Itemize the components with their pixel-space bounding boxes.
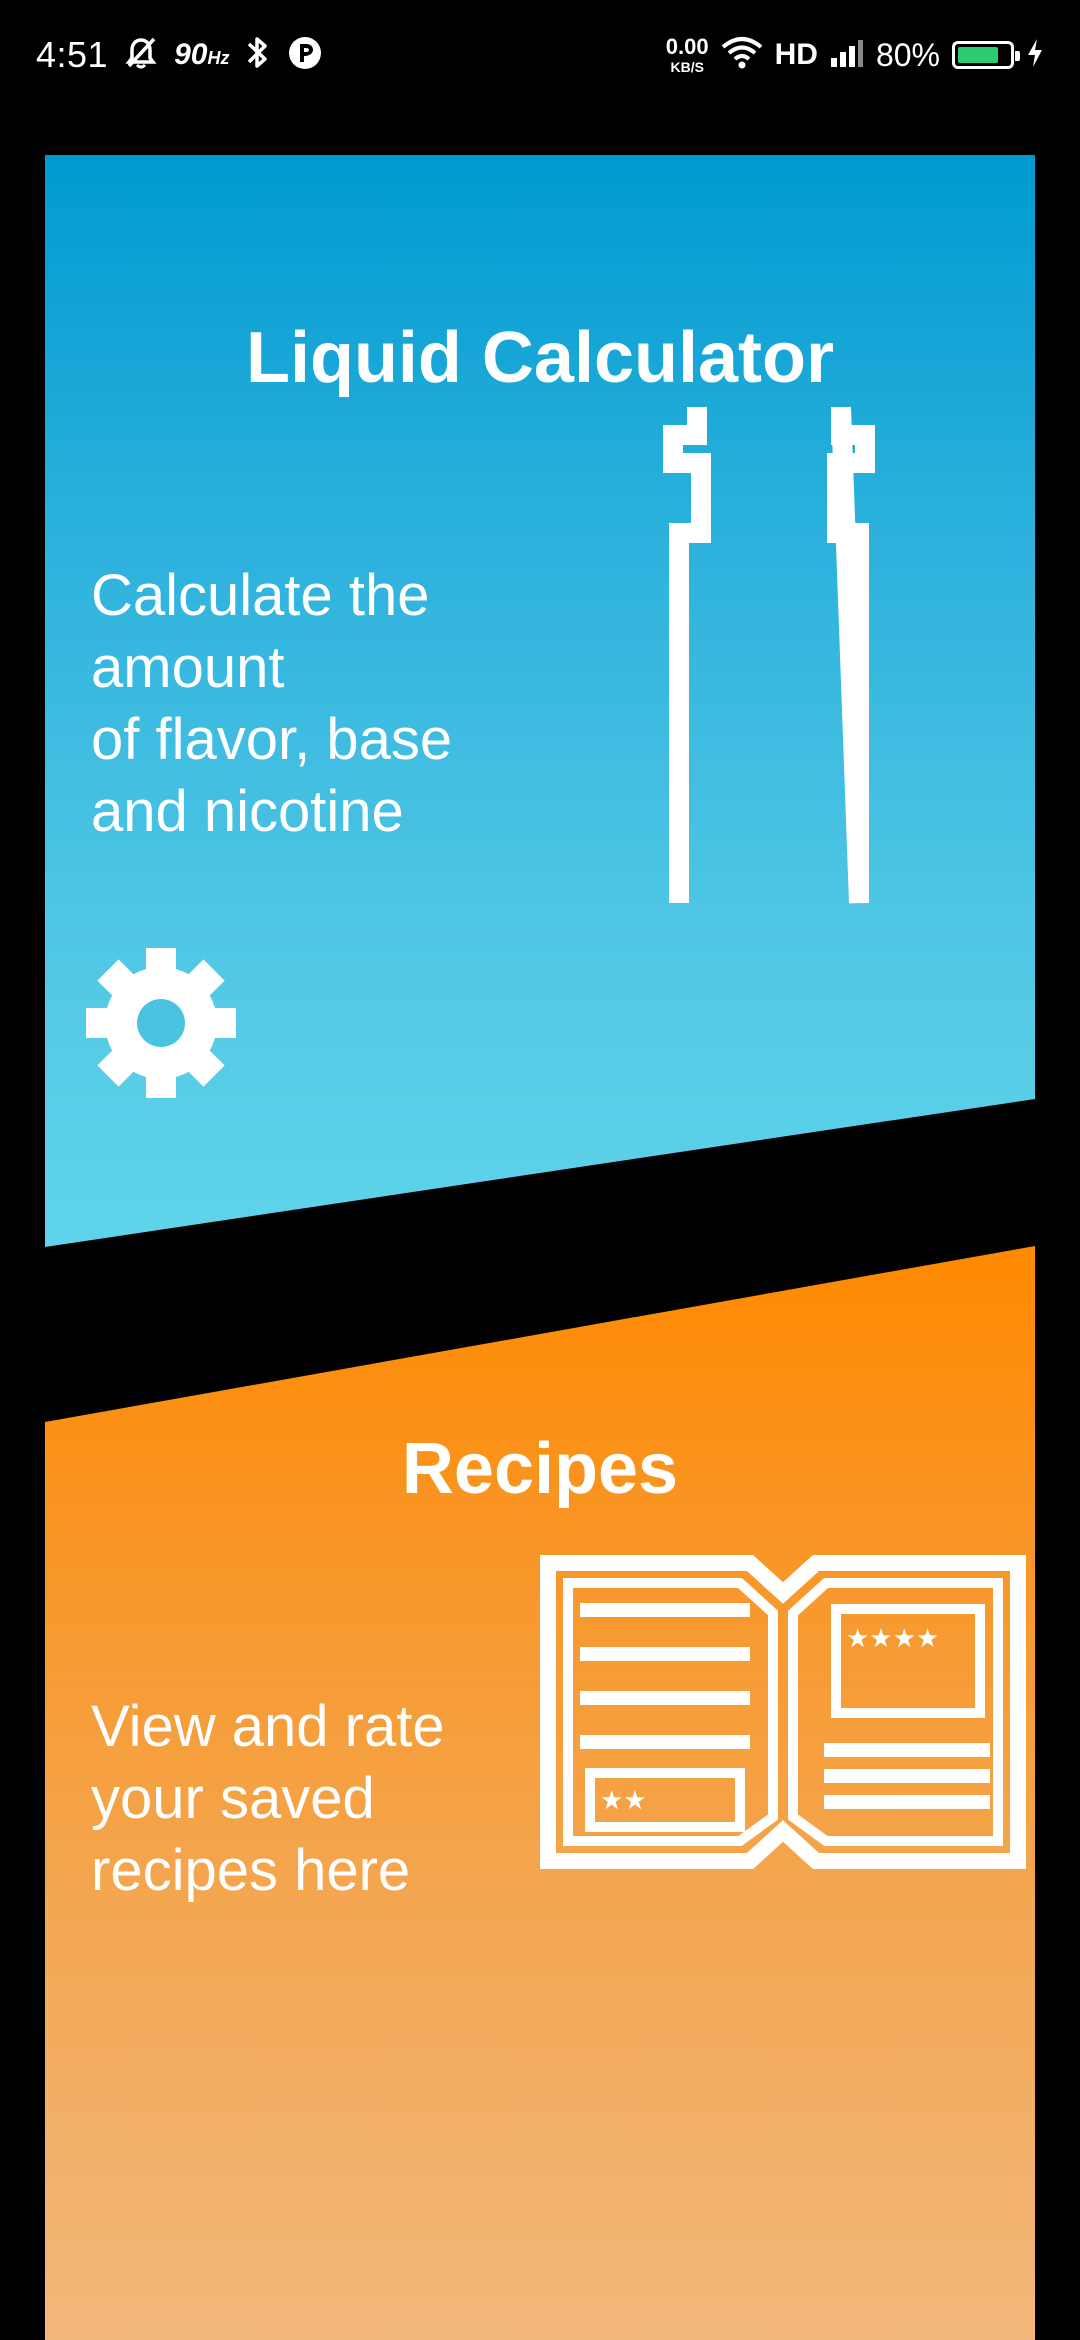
recipes-card[interactable]: Recipes View and rate your saved recipes… <box>45 1246 1035 2340</box>
network-type: HD <box>774 38 818 71</box>
status-bar: 4:51 90Hz 0.00 KB/S HD 80% <box>0 0 1080 110</box>
refresh-rate: 90Hz <box>174 38 229 72</box>
settings-button[interactable] <box>86 947 236 1103</box>
recipes-title: Recipes <box>401 1429 679 1509</box>
status-time: 4:51 <box>36 34 109 75</box>
gear-icon <box>86 947 236 1103</box>
bluetooth-icon <box>245 35 271 76</box>
net-speed: 0.00 KB/S <box>665 34 709 75</box>
net-speed-value: 0.00 <box>665 34 709 59</box>
bell-off-icon <box>124 36 158 75</box>
liquid-calculator-title: Liquid Calculator <box>245 318 835 398</box>
status-right: 0.00 KB/S HD 80% <box>666 30 1044 80</box>
recipes-description: View and rate your saved recipes here <box>91 1694 445 1903</box>
net-speed-unit: KB/S <box>670 59 704 75</box>
battery-percent: 80% <box>875 36 940 73</box>
signal-icon <box>830 38 864 73</box>
battery-icon <box>952 41 1020 69</box>
wifi-icon <box>721 36 763 75</box>
bottle-icon <box>651 406 887 1012</box>
status-left: 4:51 90Hz <box>36 30 323 80</box>
four-star-rating: ★★★★ <box>846 1624 939 1654</box>
two-star-rating: ★★ <box>600 1786 647 1816</box>
recipe-book-icon: ★★ ★★★★ <box>540 1555 1026 1874</box>
battery-fill <box>958 47 998 63</box>
refresh-rate-unit: Hz <box>207 48 230 68</box>
app-status-icon <box>287 35 323 76</box>
charging-icon <box>1026 38 1044 73</box>
liquid-calculator-card[interactable]: Liquid Calculator Calculate the amount o… <box>45 155 1035 1247</box>
liquid-calculator-description: Calculate the amount of flavor, base and… <box>91 563 453 844</box>
refresh-rate-value: 90 <box>174 38 208 71</box>
